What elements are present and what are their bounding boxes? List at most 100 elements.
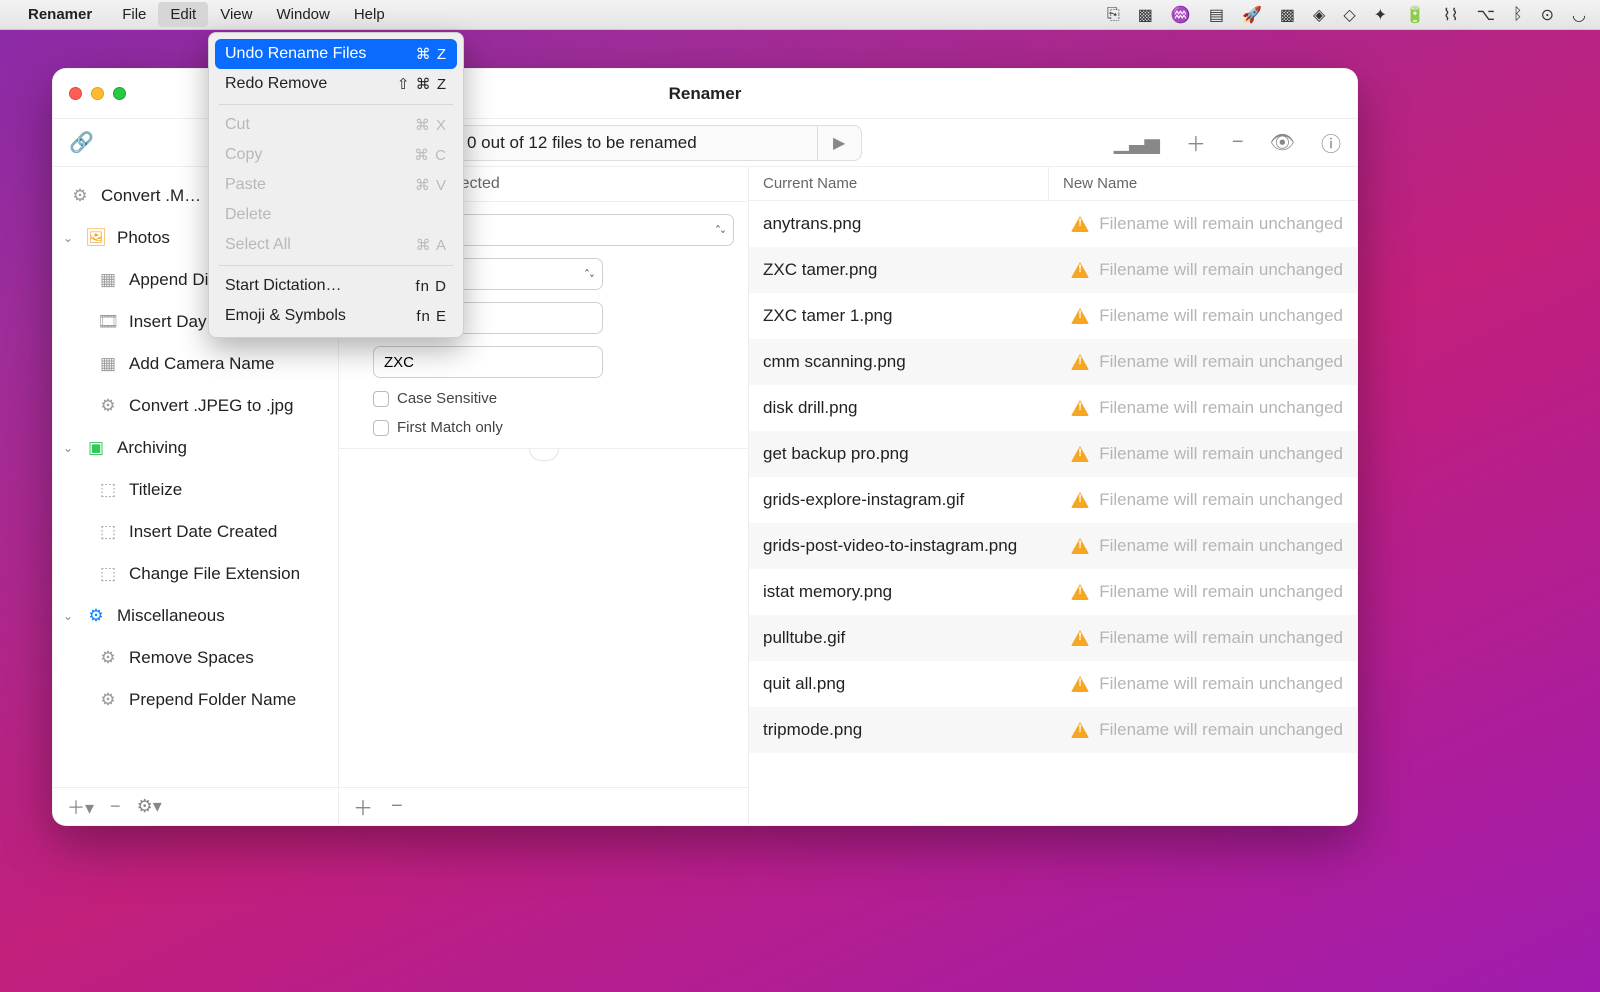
column-new-name[interactable]: New Name: [1049, 167, 1357, 200]
menu-item-shortcut: ⌘ X: [415, 116, 447, 134]
film-icon: 🎞: [97, 311, 119, 333]
menu-item[interactable]: Undo Rename Files⌘ Z: [215, 39, 457, 69]
sidebar-remove-button[interactable]: −: [110, 796, 121, 817]
window-minimize-button[interactable]: [91, 87, 104, 100]
warning-icon: [1071, 262, 1089, 278]
menu-item-shortcut: ⌘ Z: [416, 45, 447, 63]
first-match-option[interactable]: First Match only: [373, 419, 734, 436]
window-close-button[interactable]: [69, 87, 82, 100]
menu-item[interactable]: Redo Remove⇧ ⌘ Z: [215, 69, 457, 99]
remove-button[interactable]: −: [1232, 131, 1244, 154]
box-icon: ⬚: [97, 479, 119, 501]
file-row[interactable]: grids-post-video-to-instagram.pngFilenam…: [749, 523, 1357, 569]
run-rename-button[interactable]: ▶: [817, 126, 861, 160]
tray-icon[interactable]: ◇: [1343, 5, 1355, 25]
menu-item-label: Select All: [225, 236, 291, 254]
warning-text: Filename will remain unchanged: [1099, 214, 1343, 234]
file-row[interactable]: quit all.png Filename will remain unchang…: [749, 661, 1357, 707]
tray-icon[interactable]: ⎘: [1107, 6, 1120, 24]
chain-remove-step-button[interactable]: −: [391, 795, 403, 818]
chevron-down-icon: ⌄: [63, 231, 75, 245]
file-row[interactable]: ZXC tamer 1.pngFilename will remain unch…: [749, 293, 1357, 339]
app-menu[interactable]: Renamer: [28, 6, 92, 23]
tray-icon[interactable]: ▩: [1138, 5, 1153, 25]
stats-icon[interactable]: ▁▃▅: [1114, 130, 1160, 155]
warning-icon: [1071, 446, 1089, 462]
file-current-name: quit all.png: [763, 674, 1049, 694]
file-new-name-warning: Filename will remain unchanged: [1071, 398, 1343, 418]
sidebar-item[interactable]: ⚙Remove Spaces: [53, 637, 338, 679]
tray-icon[interactable]: ▩: [1280, 5, 1295, 25]
now-playing-icon[interactable]: ⊙: [1541, 5, 1554, 25]
menu-file[interactable]: File: [110, 2, 158, 27]
airpods-icon[interactable]: ⌇⌇: [1443, 5, 1459, 25]
file-row[interactable]: tripmode.pngFilename will remain unchang…: [749, 707, 1357, 753]
info-icon[interactable]: ⓘ: [1321, 128, 1341, 157]
menu-help[interactable]: Help: [342, 2, 397, 27]
edit-menu-dropdown[interactable]: Undo Rename Files⌘ ZRedo Remove⇧ ⌘ ZCut⌘…: [208, 32, 464, 338]
preview-icon[interactable]: 👁: [1270, 130, 1295, 155]
file-new-name-warning: Filename will remain unchanged: [1071, 214, 1343, 234]
case-sensitive-option[interactable]: Case Sensitive: [373, 390, 734, 407]
sidebar-item[interactable]: ⬚Insert Date Created: [53, 511, 338, 553]
wifi-icon[interactable]: ◡: [1572, 5, 1586, 25]
file-row[interactable]: pulltube.gifFilename will remain unchang…: [749, 615, 1357, 661]
warning-text: Filename will remain unchanged: [1099, 720, 1343, 740]
menu-item[interactable]: Emoji & Symbolsfn E: [215, 301, 457, 331]
gear-icon: ⚙: [97, 647, 119, 669]
checkbox-icon[interactable]: [373, 420, 389, 436]
warning-text: Filename will remain unchanged: [1099, 536, 1343, 556]
file-row[interactable]: get backup pro.pngFilename will remain u…: [749, 431, 1357, 477]
menu-view[interactable]: View: [208, 2, 264, 27]
sidebar-item[interactable]: ▦Add Camera Name: [53, 343, 338, 385]
file-new-name-warning: Filename will remain unchanged: [1071, 582, 1343, 602]
menu-item: Select All⌘ A: [215, 230, 457, 260]
chain-link-icon[interactable]: 🔗: [69, 130, 94, 155]
sidebar-item[interactable]: ⚙Prepend Folder Name: [53, 679, 338, 721]
box-icon: ⬚: [97, 563, 119, 585]
file-new-name-warning: Filename will remain unchanged: [1071, 352, 1343, 372]
menu-edit[interactable]: Edit: [158, 2, 208, 27]
cube-icon: ▣: [85, 437, 107, 459]
chain-add-step-button[interactable]: ＋: [353, 792, 373, 821]
sidebar-item[interactable]: ⚙Convert .JPEG to .jpg: [53, 385, 338, 427]
file-row[interactable]: istat memory.pngFilename will remain unc…: [749, 569, 1357, 615]
warning-text: Filename will remain unchanged: [1099, 674, 1343, 694]
file-new-name-warning: Filename will remain unchanged: [1071, 674, 1343, 694]
tray-icon[interactable]: ✦: [1374, 5, 1387, 25]
tray-icon[interactable]: ♒: [1171, 5, 1191, 25]
checkbox-icon[interactable]: [373, 391, 389, 407]
sidebar-footer: ＋▾ − ⚙▾: [53, 787, 338, 825]
replace-input[interactable]: [373, 346, 603, 378]
column-current-name[interactable]: Current Name: [749, 167, 1049, 200]
file-row[interactable]: anytrans.pngFilename will remain unchang…: [749, 201, 1357, 247]
sidebar-add-button[interactable]: ＋▾: [67, 794, 94, 820]
sidebar-item-label: Photos: [117, 228, 170, 248]
file-row[interactable]: grids-explore-instagram.gifFilename will…: [749, 477, 1357, 523]
file-row[interactable]: ZXC tamer.pngFilename will remain unchan…: [749, 247, 1357, 293]
file-row[interactable]: disk drill.pngFilename will remain uncha…: [749, 385, 1357, 431]
insert-step-handle[interactable]: [529, 449, 559, 461]
sidebar-item[interactable]: ⬚Change File Extension: [53, 553, 338, 595]
warning-text: Filename will remain unchanged: [1099, 306, 1343, 326]
sidebar-settings-button[interactable]: ⚙▾: [137, 796, 162, 817]
menu-item-shortcut: ⇧ ⌘ Z: [397, 75, 447, 93]
window-zoom-button[interactable]: [113, 87, 126, 100]
menu-window[interactable]: Window: [264, 2, 341, 27]
file-row[interactable]: cmm scanning.pngFilename will remain unc…: [749, 339, 1357, 385]
tray-icon[interactable]: 🚀: [1242, 5, 1262, 25]
control-center-icon[interactable]: ⌥: [1477, 5, 1495, 25]
warning-icon: [1071, 308, 1089, 324]
bluetooth-icon[interactable]: ᛒ: [1513, 6, 1523, 24]
menu-item[interactable]: Start Dictation…fn D: [215, 271, 457, 301]
battery-icon[interactable]: 🔋: [1405, 5, 1425, 25]
menu-item: Delete: [215, 200, 457, 230]
sidebar-group[interactable]: ⌄⚙Miscellaneous: [53, 595, 338, 637]
add-button[interactable]: ＋: [1186, 128, 1206, 157]
tray-icon[interactable]: ▤: [1209, 5, 1224, 25]
file-new-name-warning: Filename will remain unchanged: [1071, 306, 1343, 326]
gear-icon: ⚙: [85, 605, 107, 627]
sidebar-group[interactable]: ⌄▣Archiving: [53, 427, 338, 469]
tray-icon[interactable]: ◈: [1313, 5, 1325, 25]
sidebar-item[interactable]: ⬚Titleize: [53, 469, 338, 511]
